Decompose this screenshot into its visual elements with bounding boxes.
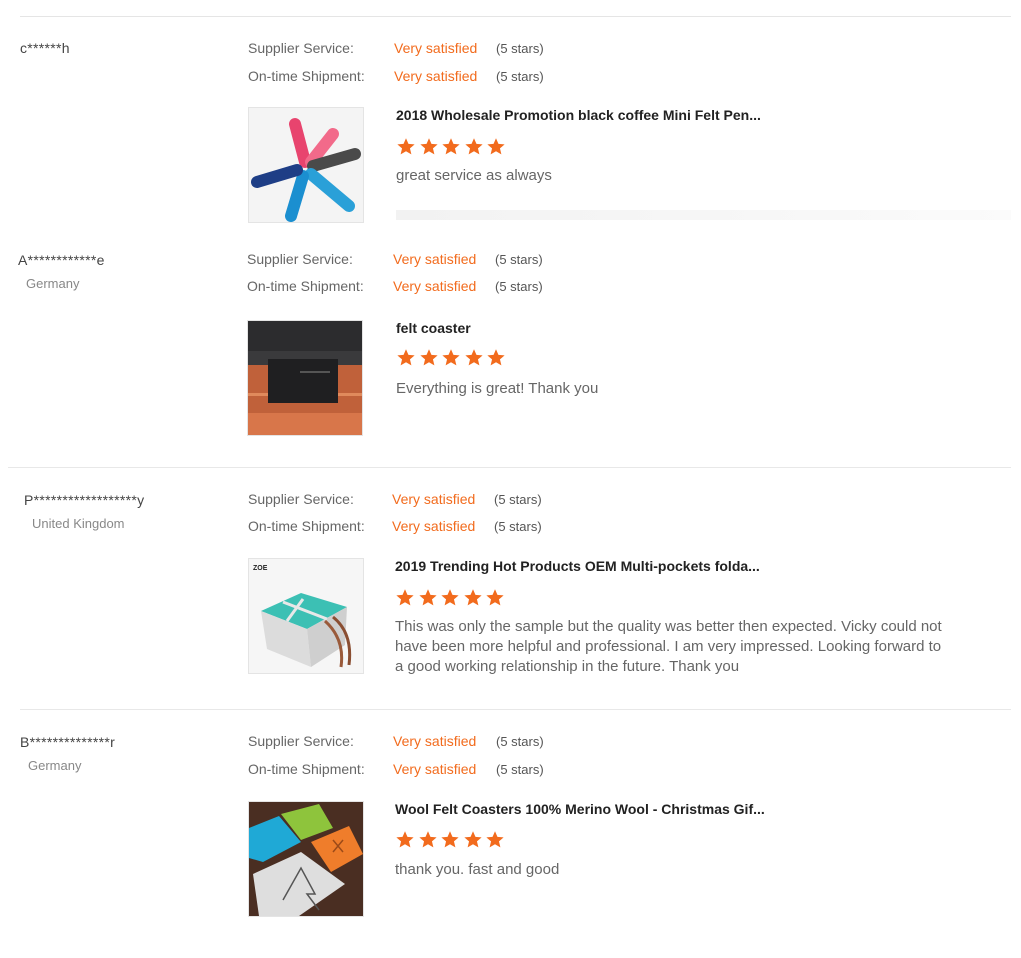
- star-icon: [464, 349, 483, 366]
- buyer-name: B**************r: [20, 734, 116, 750]
- star-icon: [441, 589, 459, 606]
- star-icon: [397, 138, 415, 155]
- star-icon: [442, 349, 460, 366]
- review-comment: thank you. fast and good: [395, 861, 560, 878]
- supplier-service-stars: (5 stars): [494, 492, 542, 507]
- star-icon: [463, 831, 482, 848]
- shipment-stars: (5 stars): [495, 279, 543, 294]
- shipment-value: Very satisfied: [393, 278, 477, 294]
- supplier-service-value: Very satisfied: [393, 733, 477, 749]
- star-icon: [419, 138, 438, 155]
- buyer-country: Germany: [26, 276, 80, 291]
- supplier-service-label: Supplier Service:: [248, 491, 354, 507]
- shipment-value: Very satisfied: [394, 68, 478, 84]
- star-icon: [487, 138, 505, 155]
- review-divider: [8, 467, 1011, 468]
- shipment-value: Very satisfied: [393, 761, 477, 777]
- top-divider: [20, 16, 1011, 17]
- supplier-service-value: Very satisfied: [393, 251, 477, 267]
- star-icon: [418, 589, 437, 606]
- buyer-name: P******************y: [24, 492, 145, 508]
- shipment-stars: (5 stars): [496, 69, 544, 84]
- star-icon: [419, 349, 438, 366]
- product-image-brand: ZOE: [253, 565, 268, 572]
- star-icon: [396, 589, 414, 606]
- supplier-service-stars: (5 stars): [496, 734, 544, 749]
- supplier-service-label: Supplier Service:: [248, 40, 354, 56]
- buyer-country: United Kingdom: [32, 516, 125, 531]
- shipment-stars: (5 stars): [494, 519, 542, 534]
- star-icon: [441, 831, 459, 848]
- supplier-service-stars: (5 stars): [496, 41, 544, 56]
- supplier-service-label: Supplier Service:: [247, 251, 353, 267]
- star-rating: [396, 137, 509, 157]
- shipment-label: On-time Shipment:: [248, 518, 365, 534]
- shipment-stars: (5 stars): [496, 762, 544, 777]
- shipment-label: On-time Shipment:: [248, 761, 365, 777]
- star-icon: [464, 138, 483, 155]
- review-comment: Everything is great! Thank you: [396, 380, 599, 397]
- star-icon: [463, 589, 482, 606]
- reply-area-placeholder: [396, 210, 1011, 220]
- review-comment: This was only the sample but the quality…: [395, 618, 942, 675]
- star-icon: [486, 831, 504, 848]
- shipment-label: On-time Shipment:: [248, 68, 365, 84]
- buyer-name: c******h: [20, 40, 70, 56]
- product-title-link[interactable]: felt coaster: [396, 320, 471, 336]
- product-title-link[interactable]: 2018 Wholesale Promotion black coffee Mi…: [396, 107, 761, 123]
- star-icon: [442, 138, 460, 155]
- star-rating: [396, 348, 509, 368]
- supplier-service-value: Very satisfied: [394, 40, 478, 56]
- supplier-service-stars: (5 stars): [495, 252, 543, 267]
- supplier-service-label: Supplier Service:: [248, 733, 354, 749]
- star-icon: [397, 349, 415, 366]
- black-felt-coaster-image[interactable]: [247, 320, 363, 436]
- product-title-link[interactable]: Wool Felt Coasters 100% Merino Wool - Ch…: [395, 801, 765, 817]
- supplier-service-value: Very satisfied: [392, 491, 476, 507]
- wool-felt-coasters-image[interactable]: [248, 801, 364, 917]
- review-divider: [20, 709, 1011, 710]
- star-rating: [395, 830, 508, 850]
- buyer-country: Germany: [28, 758, 82, 773]
- shipment-label: On-time Shipment:: [247, 278, 364, 294]
- star-rating: [395, 588, 508, 608]
- star-icon: [418, 831, 437, 848]
- review-comment: great service as always: [396, 167, 552, 184]
- product-title-link[interactable]: 2019 Trending Hot Products OEM Multi-poc…: [395, 558, 760, 574]
- shipment-value: Very satisfied: [392, 518, 476, 534]
- star-icon: [486, 589, 504, 606]
- felt-keychain-strips-image[interactable]: [248, 107, 364, 223]
- star-icon: [396, 831, 414, 848]
- felt-caddy-organizer-image[interactable]: ZOE: [248, 558, 364, 674]
- buyer-name: A************e: [18, 252, 105, 268]
- star-icon: [487, 349, 505, 366]
